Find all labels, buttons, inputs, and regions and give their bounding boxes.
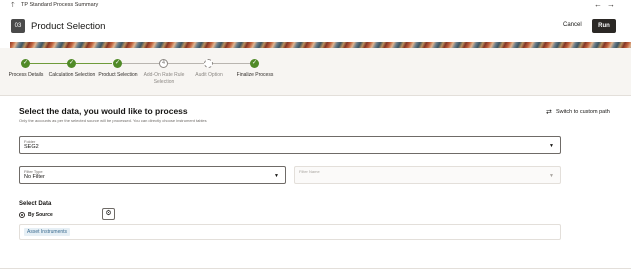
filter-type-select[interactable]: Filter Type No Filter ▼ bbox=[19, 166, 286, 184]
field-value: SEG2 bbox=[24, 144, 39, 150]
caret-down-icon: ▼ bbox=[549, 173, 554, 179]
arrow-up-icon[interactable]: 🡑 bbox=[11, 1, 15, 12]
arrow-right-icon[interactable]: → bbox=[607, 0, 615, 9]
train-connector bbox=[122, 63, 159, 64]
divider bbox=[0, 268, 631, 269]
train-stop-finalize-process[interactable]: ✓ bbox=[250, 59, 259, 68]
asset-instruments-chip[interactable]: Asset Instruments bbox=[24, 228, 71, 236]
train-stop-product-selection[interactable]: ✓ bbox=[113, 59, 122, 68]
select-data-title: Select Data bbox=[19, 201, 52, 207]
switch-to-custom-path-link[interactable]: Switch to custom path bbox=[556, 109, 610, 115]
train-label: Process Details bbox=[8, 72, 44, 78]
caret-down-icon: ▼ bbox=[274, 173, 279, 179]
train-stop-audit-option[interactable] bbox=[204, 59, 213, 68]
swap-icon[interactable]: ⇄ bbox=[546, 108, 552, 116]
train-label: Calculation Selection bbox=[48, 72, 96, 78]
by-source-radio[interactable] bbox=[19, 212, 25, 218]
by-source-label[interactable]: By Source bbox=[28, 212, 53, 218]
train-connector bbox=[30, 63, 71, 64]
section-subtitle: Only the accounts as per the selected so… bbox=[19, 118, 207, 123]
breadcrumb[interactable]: TP Standard Process Summary bbox=[21, 2, 98, 8]
field-value: No Filter bbox=[24, 174, 45, 180]
train-connector bbox=[76, 63, 112, 64]
train-connector bbox=[168, 63, 204, 64]
source-selection-box[interactable]: Asset Instruments bbox=[19, 224, 561, 240]
train-label: Add-On Rate Rule Selection bbox=[143, 72, 185, 85]
train-stop-calculation-selection[interactable]: ✓ bbox=[67, 59, 76, 68]
field-label: Filter Name bbox=[299, 169, 320, 174]
page-header: 03 Product Selection Cancel Run bbox=[0, 12, 631, 42]
cancel-button[interactable]: Cancel bbox=[563, 22, 582, 28]
filter-name-select: Filter Name ▼ bbox=[294, 166, 561, 184]
train-label: Finalize Process bbox=[236, 72, 274, 78]
train-stop-process-details[interactable]: ✓ bbox=[21, 59, 30, 68]
arrow-left-icon[interactable]: ← bbox=[594, 0, 602, 9]
train-label: Product Selection bbox=[98, 72, 138, 78]
train-connector bbox=[213, 63, 250, 64]
gear-icon[interactable]: ⚙ bbox=[102, 208, 115, 220]
run-button[interactable]: Run bbox=[592, 19, 616, 33]
caret-down-icon: ▼ bbox=[549, 143, 554, 149]
train-stop-add-on-rate-rule[interactable]: 4 bbox=[159, 59, 168, 68]
step-badge: 03 bbox=[11, 19, 25, 33]
train-label: Audit Option bbox=[195, 72, 223, 78]
top-bar: 🡑 TP Standard Process Summary ← → bbox=[0, 0, 631, 12]
folder-select[interactable]: Folder SEG2 ▼ bbox=[19, 136, 561, 154]
section-title: Select the data, you would like to proce… bbox=[19, 106, 188, 116]
page-title: Product Selection bbox=[31, 21, 106, 32]
